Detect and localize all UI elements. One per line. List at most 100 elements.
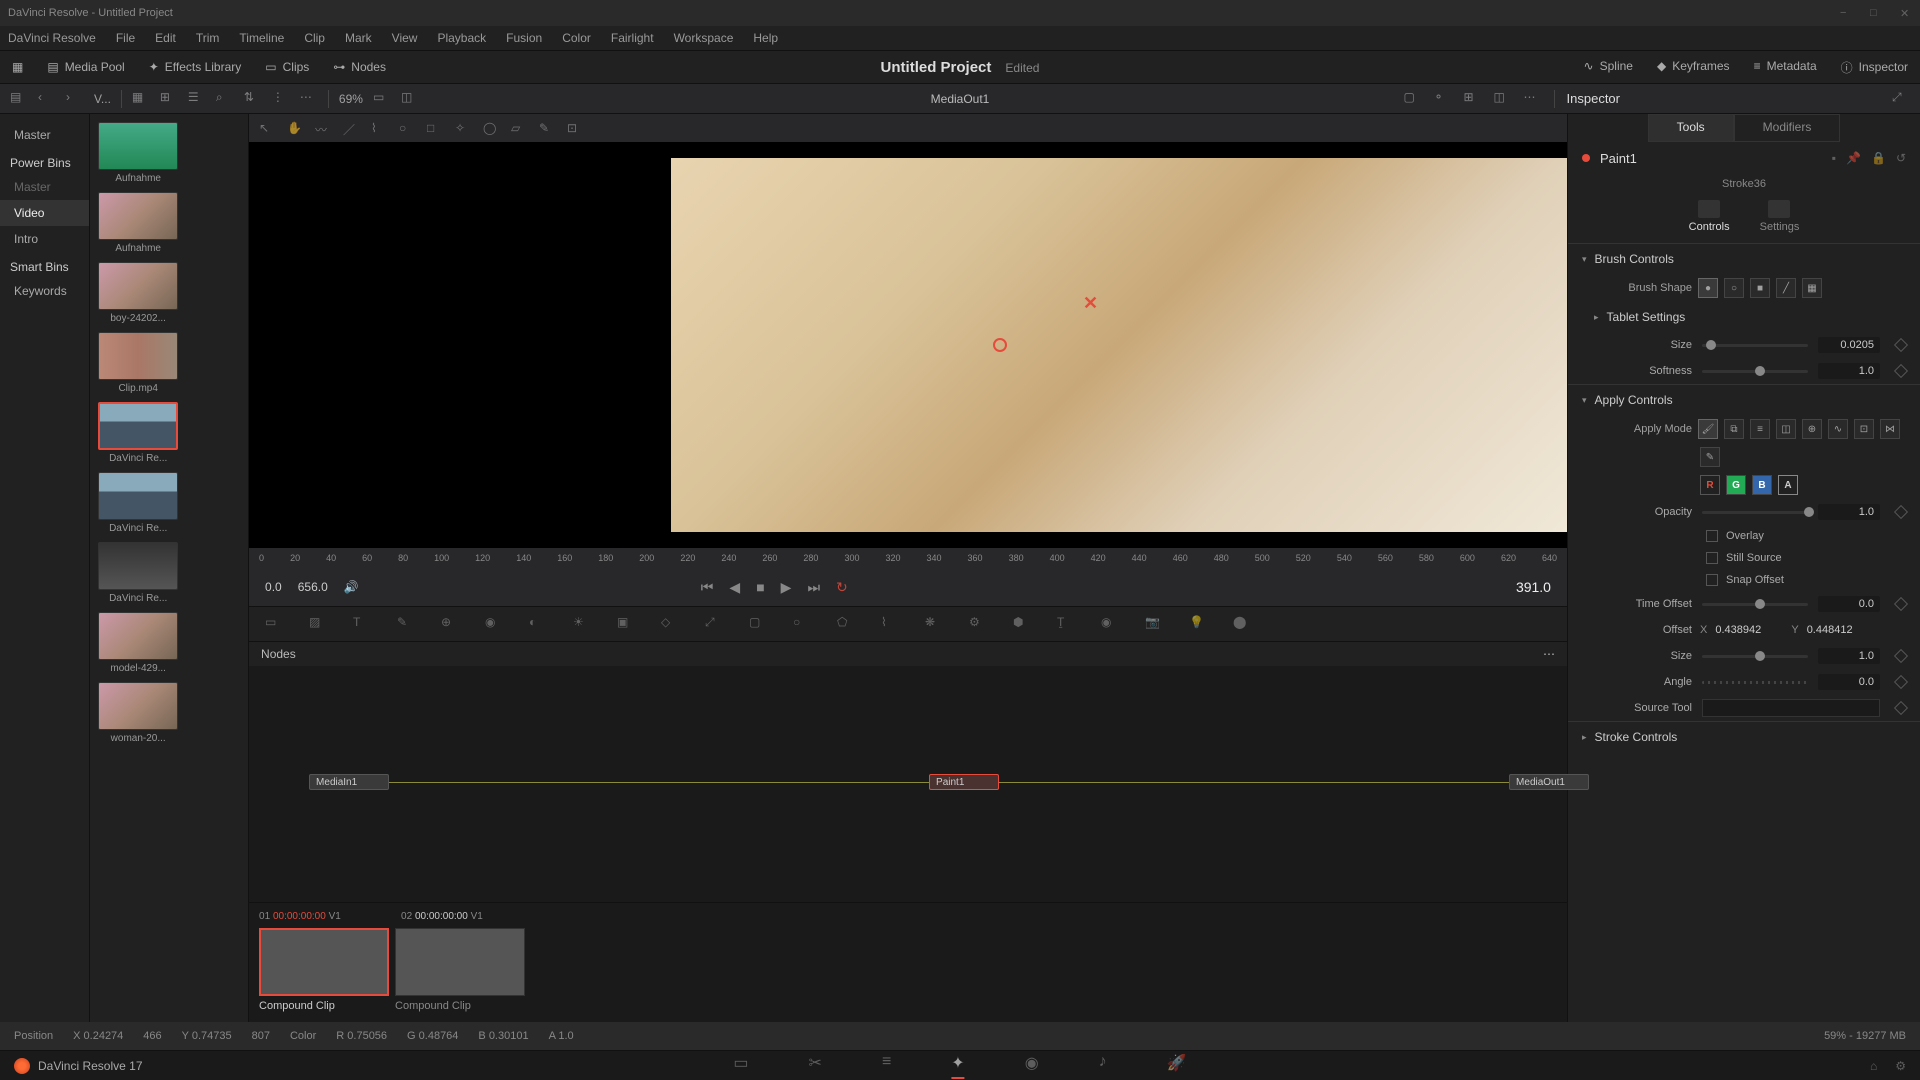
render3d[interactable]: ⬤ (1233, 615, 1251, 633)
camera3d[interactable]: 📷 (1145, 615, 1163, 633)
zoom-level[interactable]: 69% (339, 92, 363, 106)
source-tool-field[interactable] (1702, 699, 1880, 717)
ellipse-tool[interactable]: ◯ (483, 121, 497, 135)
page-fairlight[interactable]: ♪ (1099, 1053, 1107, 1079)
page-deliver[interactable]: 🚀 (1167, 1053, 1187, 1079)
overlay-check[interactable] (1706, 530, 1718, 542)
nodes-panel[interactable]: Nodes ⋯ MediaIn1Paint1MediaOut1 (249, 642, 1567, 902)
dual-icon[interactable]: ◫ (401, 90, 419, 108)
size-kf[interactable] (1894, 338, 1908, 352)
chan-r[interactable]: R (1700, 475, 1720, 495)
clip-item[interactable]: Aufnahme (98, 192, 178, 254)
apply-size-kf[interactable] (1894, 649, 1908, 663)
nodes-menu[interactable]: ⋯ (1543, 647, 1555, 661)
apply-size-slider[interactable] (1702, 655, 1808, 658)
source-tool-kf[interactable] (1894, 701, 1908, 715)
size-slider[interactable] (1702, 344, 1808, 347)
reset-icon[interactable]: ↺ (1896, 151, 1906, 165)
paint-marker-x[interactable]: ✕ (1083, 293, 1098, 314)
mode-color[interactable]: 🖌 (1698, 419, 1718, 439)
audio-icon[interactable]: 🔊 (344, 580, 359, 594)
time-offset-kf[interactable] (1894, 597, 1908, 611)
shape3d[interactable]: ◉ (1101, 615, 1119, 633)
loop-btn[interactable]: ↻ (836, 579, 848, 596)
fastnoise-tool[interactable]: ▨ (309, 615, 327, 633)
view-grid[interactable]: ⊞ (160, 90, 178, 108)
menu-clip[interactable]: Clip (304, 31, 325, 45)
text-tool[interactable]: T (353, 615, 371, 633)
arrow-tool[interactable]: ↖ (259, 121, 273, 135)
menu-timeline[interactable]: Timeline (239, 31, 284, 45)
maximize-btn[interactable]: □ (1870, 7, 1882, 19)
nav-back[interactable]: ‹ (38, 90, 56, 108)
tab-tools[interactable]: Tools (1648, 114, 1734, 142)
mask-poly[interactable]: ⬠ (837, 615, 855, 633)
search-icon[interactable]: ⌕ (216, 90, 234, 108)
time-offset-slider[interactable] (1702, 603, 1808, 606)
inspector-node-name[interactable]: Paint1 (1600, 151, 1637, 166)
brush-soft[interactable]: ● (1698, 278, 1718, 298)
home-icon[interactable]: ⌂ (1870, 1059, 1877, 1073)
nav-fwd[interactable]: › (66, 90, 84, 108)
brush-diag[interactable]: ╱ (1776, 278, 1796, 298)
tablet-settings-header[interactable]: Tablet Settings (1568, 302, 1920, 332)
clip-item[interactable]: Aufnahme (98, 122, 178, 184)
snap-check[interactable] (1706, 574, 1718, 586)
menu-mark[interactable]: Mark (345, 31, 372, 45)
mode-clone[interactable]: ⧉ (1724, 419, 1744, 439)
clip-item[interactable]: boy-24202... (98, 262, 178, 324)
chan-g[interactable]: G (1726, 475, 1746, 495)
hand-tool[interactable]: ✋ (287, 121, 301, 135)
softness-slider[interactable] (1702, 370, 1808, 373)
menu-view[interactable]: View (392, 31, 418, 45)
project-settings-icon[interactable]: ⚙ (1895, 1059, 1906, 1073)
master-bin[interactable]: Master (0, 122, 89, 148)
clip-item[interactable]: DaVinci Re... (98, 542, 178, 604)
sort-icon[interactable]: ⇅ (244, 90, 262, 108)
current-frame[interactable]: 391.0 (1516, 579, 1551, 595)
smartbin-keywords[interactable]: Keywords (0, 278, 89, 304)
bezier-tool[interactable]: ⌇ (371, 121, 385, 135)
page-color[interactable]: ◉ (1025, 1053, 1039, 1079)
filter-icon[interactable]: ⋮ (272, 90, 290, 108)
nodes-toolbar-btn[interactable]: ⊶Nodes (321, 51, 398, 83)
angle-kf[interactable] (1894, 675, 1908, 689)
powerbin-intro[interactable]: Intro (0, 226, 89, 252)
last-frame[interactable]: ⏭ (807, 579, 820, 596)
bin-list-icon[interactable]: ▤ (10, 90, 28, 108)
tracker-tool[interactable]: ⊕ (441, 615, 459, 633)
softness-value[interactable]: 1.0 (1818, 363, 1880, 379)
powerbin-master[interactable]: Master (0, 174, 89, 200)
mask-tool[interactable]: ▱ (511, 121, 525, 135)
page-media[interactable]: ▭ (733, 1053, 748, 1079)
opts-icon[interactable]: ⚬ (1434, 90, 1452, 108)
powerbin-video[interactable]: Video (0, 200, 89, 226)
bg-tool[interactable]: ▭ (265, 615, 283, 633)
fit-icon[interactable]: ▭ (373, 90, 391, 108)
subtab-settings[interactable]: Settings (1760, 200, 1800, 233)
time-ruler[interactable]: 0204060801001201401601802002202402602803… (249, 548, 1567, 568)
3d-tool[interactable]: ⬢ (1013, 615, 1031, 633)
play-btn[interactable]: ▶ (781, 579, 792, 596)
strip-thumb[interactable] (395, 928, 525, 996)
viewer[interactable]: ✕ (249, 142, 1567, 548)
menu-color[interactable]: Color (562, 31, 591, 45)
mode-stamp[interactable]: ⊡ (1854, 419, 1874, 439)
layout-btn[interactable]: ▦ (0, 51, 35, 83)
tab-modifiers[interactable]: Modifiers (1734, 114, 1841, 142)
menu-help[interactable]: Help (753, 31, 778, 45)
menu-file[interactable]: File (116, 31, 135, 45)
clip-item[interactable]: Clip.mp4 (98, 332, 178, 394)
particles[interactable]: ❋ (925, 615, 943, 633)
paint-marker-o[interactable] (993, 338, 1007, 352)
still-check[interactable] (1706, 552, 1718, 564)
minimize-btn[interactable]: − (1840, 7, 1852, 19)
stroke-controls-header[interactable]: Stroke Controls (1568, 722, 1920, 752)
mask-ellipse[interactable]: ○ (793, 615, 811, 633)
page-cut[interactable]: ✂ (809, 1053, 822, 1079)
chan-a[interactable]: A (1778, 475, 1798, 495)
page-edit[interactable]: ≡ (882, 1053, 891, 1079)
brush-controls-header[interactable]: Brush Controls (1568, 244, 1920, 274)
clip-item[interactable]: model-429... (98, 612, 178, 674)
clip-item[interactable]: woman-20... (98, 682, 178, 744)
